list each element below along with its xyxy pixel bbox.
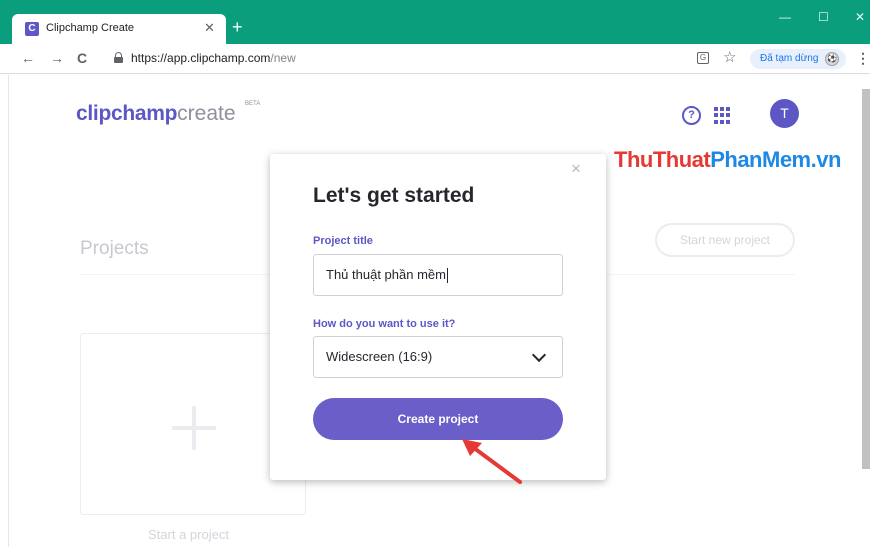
plus-icon-vertical	[192, 406, 196, 450]
user-avatar[interactable]: T	[770, 99, 799, 128]
lock-icon	[114, 52, 123, 63]
clipchamp-favicon-icon: C	[25, 22, 39, 36]
help-icon[interactable]: ?	[682, 106, 701, 125]
minimize-icon[interactable]: —	[779, 10, 791, 24]
create-project-button[interactable]: Create project	[313, 398, 563, 440]
logo-beta: BETA	[245, 101, 261, 107]
left-frame-border	[0, 75, 9, 547]
arrow-shaft	[468, 443, 522, 484]
watermark-part1: ThuThuat	[614, 147, 711, 172]
text-caret	[446, 268, 448, 284]
translate-icon[interactable]: G	[697, 52, 709, 64]
red-arrow-annotation	[462, 439, 522, 484]
reload-icon[interactable]: C	[77, 50, 87, 66]
watermark-part2: PhanMem.vn	[710, 147, 841, 172]
project-title-value: Thủ thuật phần mềm	[326, 267, 446, 282]
scrollbar[interactable]	[862, 89, 870, 469]
project-title-label: Project title	[313, 235, 373, 247]
profile-paused-button[interactable]: Đã tạm dừng ⚽	[750, 49, 846, 69]
projects-heading: Projects	[80, 238, 149, 259]
modal-title: Let's get started	[313, 184, 475, 207]
page-content: clipchampcreate BETA ? T ThuThuatPhanMem…	[0, 75, 870, 547]
forward-arrow-icon[interactable]: →	[50, 50, 64, 66]
usage-label: How do you want to use it?	[313, 318, 456, 330]
tab-strip: C Clipchamp Create ✕ + — ☐ ✕	[0, 0, 870, 44]
start-project-label: Start a project	[148, 527, 229, 542]
apps-grid-icon[interactable]	[714, 107, 731, 124]
url-host: https://app.clipchamp.com	[131, 51, 271, 65]
paused-label: Đã tạm dừng	[760, 53, 819, 64]
start-new-project-button[interactable]: Start new project	[655, 223, 795, 257]
usage-select[interactable]: Widescreen (16:9)	[313, 336, 563, 378]
bookmark-star-icon[interactable]: ☆	[723, 48, 736, 66]
browser-menu-icon[interactable]: ⋮	[856, 50, 870, 67]
browser-window: C Clipchamp Create ✕ + — ☐ ✕ ← → C https…	[0, 0, 870, 547]
tab-title: Clipchamp Create	[46, 22, 135, 34]
address-bar[interactable]: https://app.clipchamp.com/new	[131, 51, 296, 65]
tab-close-icon[interactable]: ✕	[204, 20, 215, 36]
new-tab-button[interactable]: +	[232, 18, 243, 36]
modal-close-icon[interactable]: ×	[571, 159, 581, 179]
chevron-down-icon	[531, 347, 547, 363]
project-title-input[interactable]: Thủ thuật phần mềm	[313, 254, 563, 296]
url-path: /new	[270, 51, 296, 65]
back-arrow-icon[interactable]: ←	[21, 50, 35, 66]
tab-clipchamp[interactable]: C Clipchamp Create ✕	[12, 14, 226, 44]
close-window-icon[interactable]: ✕	[855, 10, 865, 24]
get-started-modal: × Let's get started Project title Thủ th…	[270, 154, 606, 480]
profile-avatar-icon: ⚽	[825, 52, 839, 66]
maximize-icon[interactable]: ☐	[818, 10, 829, 24]
watermark: ThuThuatPhanMem.vn	[614, 147, 841, 173]
logo-main: clipchamp	[76, 102, 178, 125]
logo-sub: create	[177, 102, 236, 125]
address-toolbar: ← → C https://app.clipchamp.com/new G ☆ …	[0, 44, 870, 74]
usage-value: Widescreen (16:9)	[326, 349, 433, 364]
clipchamp-create-logo[interactable]: clipchampcreate BETA	[76, 101, 260, 126]
